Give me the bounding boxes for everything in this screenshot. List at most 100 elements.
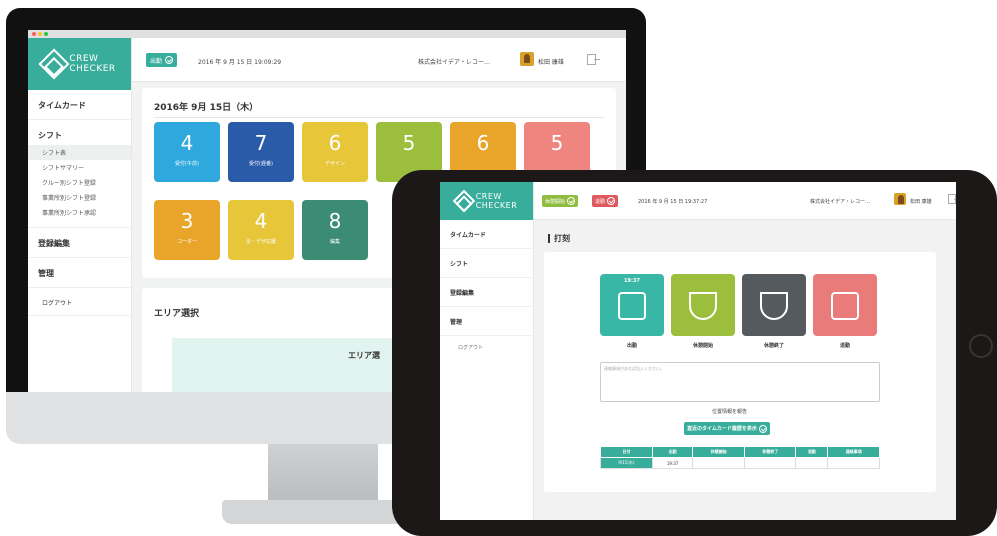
leave-button[interactable]: 退勤: [592, 195, 619, 207]
table-header: 出勤: [651, 446, 694, 458]
home-button[interactable]: [969, 334, 993, 358]
sidebar-subitem-office-approval[interactable]: 事業所別シフト承認: [28, 205, 131, 228]
punch-button[interactable]: [671, 274, 735, 336]
leave-label: 退勤: [595, 198, 606, 205]
logo-line2: CHECKER: [69, 64, 116, 74]
punch-label: 退勤: [839, 343, 850, 349]
clock-in-status-button[interactable]: 出勤: [146, 53, 178, 67]
coffee-cup-icon: [689, 292, 717, 320]
tile-label: 企・デザ応援: [245, 239, 276, 245]
logo-diamond-icon: [38, 48, 70, 80]
shift-tile[interactable]: 3 コーダー: [154, 200, 220, 260]
logout-icon[interactable]: [948, 194, 956, 204]
shift-tile[interactable]: 6 デザイン: [302, 122, 368, 182]
tile-count: 3: [180, 209, 194, 233]
close-window-icon[interactable]: [32, 32, 36, 36]
tablet-logo[interactable]: CREW CHECKER: [440, 182, 533, 220]
logo-diamond-icon: [452, 189, 476, 213]
punch-label: 休憩終了: [763, 343, 784, 349]
punch-button[interactable]: [813, 274, 877, 336]
tile-count: 7: [254, 131, 268, 155]
tile-label: 受付(午前): [175, 161, 199, 167]
table-header: 休憩開始: [692, 446, 745, 458]
sidebar-subitem-crew-shift[interactable]: クルー別シフト登録: [28, 175, 131, 190]
shift-tile[interactable]: 4 企・デザ応援: [228, 200, 294, 260]
current-datetime: 2016 年 9 月 15 日 19:37:27: [638, 199, 708, 205]
logout-icon[interactable]: [587, 54, 600, 65]
check-circle-icon: [607, 197, 616, 205]
sidebar-item-registration[interactable]: 登録編集: [440, 278, 533, 307]
monitor-stand-neck: [268, 444, 378, 504]
sidebar-item-management[interactable]: 管理: [440, 307, 533, 336]
company-name[interactable]: 株式会社イデア・レコー…: [810, 198, 870, 205]
logo-line1: CREW: [69, 54, 99, 64]
clock-out-icon: [831, 292, 859, 320]
tile-label: 受付(遅番): [249, 161, 273, 167]
shift-tile[interactable]: 7 受付(遅番): [228, 122, 294, 182]
table-row: 9/15(木) 19:37: [600, 457, 880, 469]
window-chrome: [28, 30, 626, 38]
tile-count: 6: [476, 131, 490, 155]
status-button-label: 出勤: [150, 57, 163, 65]
sidebar-item-logout[interactable]: ログアウト: [440, 336, 533, 359]
sidebar-item-shift[interactable]: シフト: [440, 249, 533, 278]
top-bar: 出勤 2016 年 9 月 15 日 19:09:29 株式会社イデア・レコー……: [132, 38, 626, 82]
location-report-link[interactable]: 位置情報を報告: [712, 408, 747, 415]
timecard-history-table: 日付 出勤 休憩開始 休憩終了 退勤 連絡事項 9/15(木) 19:37: [600, 446, 880, 469]
logo-line1: CREW: [475, 192, 502, 201]
empty-cup-icon: [760, 292, 788, 320]
minimize-window-icon[interactable]: [38, 32, 42, 36]
chevron-circle-icon: [758, 424, 767, 433]
punch-time: 19:37: [624, 278, 640, 284]
check-circle-icon: [567, 197, 576, 205]
table-cell: [692, 457, 745, 469]
memo-input[interactable]: 連絡事項があれば記入ください。: [600, 362, 880, 402]
company-name[interactable]: 株式会社イデア・レコー…: [418, 57, 490, 66]
tile-label: 編集: [329, 239, 340, 245]
tile-count: 4: [254, 209, 268, 233]
tile-label: デザイン: [324, 161, 345, 167]
check-circle-icon: [165, 56, 174, 64]
sidebar-item-timecard[interactable]: タイムカード: [28, 90, 131, 120]
divider: [154, 117, 604, 118]
shift-tile[interactable]: 4 受付(午前): [154, 122, 220, 182]
maximize-window-icon[interactable]: [44, 32, 48, 36]
sidebar-subitem-shift-table[interactable]: シフト表: [28, 145, 131, 160]
user-name[interactable]: 松田 康雄: [910, 198, 932, 205]
area-label: エリア選: [348, 351, 380, 360]
logo-line2: CHECKER: [475, 201, 518, 210]
tile-count: 5: [550, 131, 564, 155]
show-history-button[interactable]: 直近のタイムカード履歴を表示: [684, 422, 770, 435]
tablet-sidebar: CREW CHECKER タイムカード シフト 登録編集 管理 ログアウト: [440, 182, 534, 520]
clock-in-icon: [618, 292, 646, 320]
punch-label: 出勤: [626, 343, 637, 349]
sidebar-item-timecard[interactable]: タイムカード: [440, 220, 533, 249]
table-header: 休憩終了: [743, 446, 797, 458]
punch-button[interactable]: 19:37: [600, 274, 664, 336]
user-name[interactable]: 松田 康雄: [538, 57, 564, 66]
sidebar-item-shift[interactable]: シフト: [28, 120, 131, 145]
punch-button[interactable]: [742, 274, 806, 336]
sidebar-item-logout[interactable]: ログアウト: [28, 288, 131, 316]
punch-label: 休憩開始: [692, 343, 713, 349]
shift-tile[interactable]: 8 編集: [302, 200, 368, 260]
break-start-button[interactable]: 休憩開始: [542, 195, 579, 207]
tile-label: コーダー: [176, 239, 197, 245]
avatar[interactable]: [894, 193, 906, 205]
avatar[interactable]: [520, 52, 534, 66]
table-cell: 19:37: [651, 457, 694, 469]
sidebar-item-registration[interactable]: 登録編集: [28, 228, 131, 258]
logo[interactable]: CREW CHECKER: [28, 38, 131, 90]
table-cell: [743, 457, 797, 469]
table-cell: [827, 457, 880, 469]
sidebar-subitem-office-shift[interactable]: 事業所別シフト登録: [28, 190, 131, 205]
area-title: エリア選択: [154, 309, 200, 319]
page-title: 打刻: [548, 234, 570, 243]
sidebar-subitem-shift-summary[interactable]: シフトサマリー: [28, 160, 131, 175]
sidebar-item-management[interactable]: 管理: [28, 258, 131, 288]
tile-count: 6: [328, 131, 342, 155]
table-cell: [795, 457, 829, 469]
tablet-screen: CREW CHECKER タイムカード シフト 登録編集 管理 ログアウト 休憩開…: [440, 182, 956, 520]
current-datetime: 2016 年 9 月 15 日 19:09:29: [198, 59, 282, 66]
tile-count: 4: [180, 131, 194, 155]
